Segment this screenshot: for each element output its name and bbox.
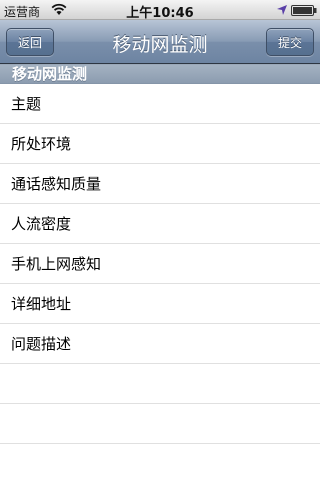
list-item-label: 通话感知质量	[11, 175, 102, 193]
list-item-label: 所处环境	[11, 135, 72, 153]
empty-row	[0, 444, 320, 480]
list-item-label: 人流密度	[11, 215, 72, 233]
empty-row	[0, 404, 320, 444]
status-time: 上午10:46	[126, 6, 194, 21]
list-item-problem-description[interactable]: 问题描述	[0, 324, 320, 364]
nav-title: 移动网监测	[112, 34, 208, 56]
location-icon	[277, 5, 287, 15]
form-list: 主题 所处环境 通话感知质量 人流密度 手机上网感知 详细地址 问题描述	[0, 84, 320, 480]
list-item-environment[interactable]: 所处环境	[0, 124, 320, 164]
list-item-address[interactable]: 详细地址	[0, 284, 320, 324]
section-header: 移动网监测	[0, 64, 320, 84]
list-item-subject[interactable]: 主题	[0, 84, 320, 124]
status-bar: 运营商 上午10:46	[0, 0, 320, 21]
list-item-call-quality[interactable]: 通话感知质量	[0, 164, 320, 204]
battery-icon	[291, 5, 317, 16]
list-item-label: 主题	[11, 95, 42, 113]
list-item-label: 详细地址	[11, 295, 72, 313]
list-item-mobile-internet[interactable]: 手机上网感知	[0, 244, 320, 284]
list-item-label: 问题描述	[11, 335, 72, 353]
empty-row	[0, 364, 320, 404]
app-screen: 运营商 上午10:46 返回 移动网监测 提交 移动网监测 主题 所处环境 通话…	[0, 0, 320, 480]
submit-button[interactable]: 提交	[266, 28, 314, 56]
list-item-crowd-density[interactable]: 人流密度	[0, 204, 320, 244]
navigation-bar: 返回 移动网监测 提交	[0, 20, 320, 64]
list-item-label: 手机上网感知	[11, 255, 102, 273]
back-button[interactable]: 返回	[6, 28, 54, 56]
